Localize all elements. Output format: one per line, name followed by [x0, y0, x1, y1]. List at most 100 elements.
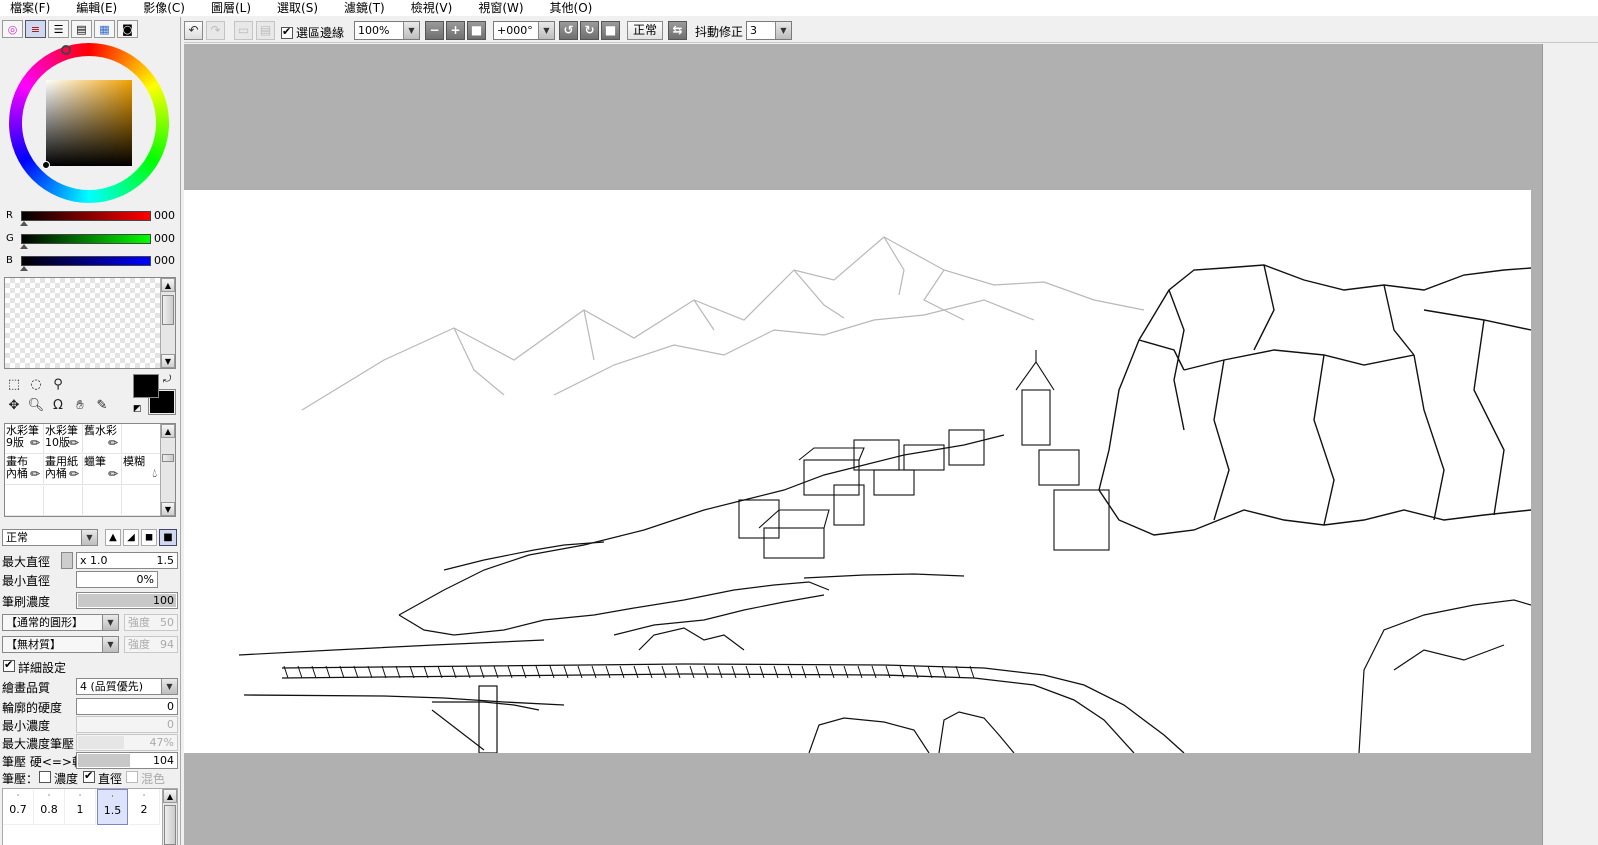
saturation-value-square[interactable]	[46, 80, 132, 166]
brush-cell[interactable]: 畫布 內桶 ✏︎	[5, 455, 44, 485]
brush-cell-empty[interactable]	[44, 486, 83, 516]
scroll-down-icon[interactable]: ▼	[161, 354, 175, 368]
saturation-value-marker[interactable]	[42, 161, 50, 169]
menu-layer[interactable]: 圖層(L)	[201, 0, 251, 16]
pressure-blend-checkbox[interactable]	[126, 771, 138, 783]
brush-shape-select[interactable]: 【通常的圓形】 ▼	[2, 614, 119, 631]
brush-cell-empty[interactable]	[122, 486, 161, 516]
menu-other[interactable]: 其他(O)	[540, 0, 593, 16]
menu-filter[interactable]: 濾鏡(T)	[334, 0, 385, 16]
detail-settings-checkbox[interactable]	[3, 658, 15, 672]
red-slider-handle[interactable]	[20, 221, 28, 226]
min-density-slider[interactable]: 0	[76, 716, 178, 733]
rotate-cw-button[interactable]: ↻	[580, 21, 599, 40]
magic-wand-tool[interactable]: ⚲	[48, 375, 68, 395]
move-tool[interactable]: ✥	[4, 396, 24, 416]
zoom-select[interactable]: 100% ▼	[354, 21, 420, 40]
tip-shape-sharp[interactable]: ▲	[105, 529, 121, 546]
color-swatch-panel[interactable]: ▲ ▼	[4, 277, 176, 369]
selection-edge-checkbox[interactable]	[281, 25, 293, 39]
reset-colors-icon[interactable]: ◩	[133, 404, 142, 414]
brush-size-preset-selected[interactable]: · 1.5	[97, 789, 128, 825]
pressure-slider[interactable]: 104	[76, 752, 178, 769]
deselect-button[interactable]: ▭	[234, 21, 253, 40]
max-diameter-lock[interactable]	[61, 552, 73, 569]
scroll-up-icon[interactable]: ▲	[161, 278, 175, 292]
tip-shape-round[interactable]: ◼	[141, 529, 157, 546]
menu-view[interactable]: 檢視(V)	[401, 0, 453, 16]
zoom-in-button[interactable]: +	[446, 21, 465, 40]
detail-settings-row[interactable]: 詳細設定	[2, 658, 178, 676]
swatch-list-tab[interactable]: ▤	[71, 20, 92, 38]
menu-edit[interactable]: 編輯(E)	[66, 0, 117, 16]
scratchpad-tab[interactable]: ◙	[117, 20, 138, 38]
blend-mode-select[interactable]: 正常 ▼	[2, 529, 98, 546]
brush-cell-empty[interactable]	[5, 486, 44, 516]
color-wheel[interactable]	[9, 43, 169, 203]
brush-size-preset[interactable]: · 0.8	[34, 789, 65, 825]
blue-slider-handle[interactable]	[20, 266, 28, 271]
max-diameter-field[interactable]: x 1.0 1.5	[76, 552, 178, 569]
texture-select[interactable]: 【無材質】 ▼	[2, 636, 119, 653]
rotation-select[interactable]: +000° ▼	[493, 21, 555, 40]
brush-cell[interactable]	[122, 424, 161, 454]
scroll-up-icon[interactable]: ▲	[163, 789, 177, 803]
scroll-up-icon[interactable]: ▲	[161, 424, 175, 438]
hand-tool[interactable]: ✋︎	[70, 396, 90, 416]
scroll-thumb[interactable]	[162, 295, 174, 325]
normal-view-button[interactable]: 正常	[627, 21, 664, 40]
tip-shape-square[interactable]: ■	[159, 529, 177, 546]
foreground-color-swatch[interactable]	[133, 374, 159, 398]
green-slider[interactable]	[21, 234, 151, 244]
edge-hardness-slider[interactable]: 0	[76, 698, 178, 715]
menu-window[interactable]: 視窗(W)	[468, 0, 523, 16]
scroll-thumb[interactable]	[164, 805, 176, 845]
density-slider[interactable]: 100	[76, 592, 178, 609]
hsv-slider-tab[interactable]: ☰	[48, 20, 69, 38]
brush-cell[interactable]: 蠟筆 ✏︎	[83, 455, 122, 485]
menu-file[interactable]: 檔案(F)	[0, 0, 50, 16]
max-density-pressure-slider[interactable]: 47%	[76, 734, 178, 751]
green-value[interactable]: 000	[154, 232, 175, 245]
brush-cell[interactable]: 模糊 💧︎	[122, 455, 161, 485]
brush-size-preset[interactable]: · 2	[129, 789, 160, 825]
min-diameter-field[interactable]: 0%	[76, 571, 158, 588]
rotation-reset-button[interactable]: ■	[601, 21, 620, 40]
lasso-tool[interactable]: ◌	[26, 375, 46, 395]
menu-select[interactable]: 選取(S)	[267, 0, 318, 16]
canvas-area[interactable]	[184, 44, 1598, 845]
red-value[interactable]: 000	[154, 209, 175, 222]
brush-cell[interactable]: 畫用紙 內桶 ✏︎	[44, 455, 83, 485]
red-slider[interactable]	[21, 211, 151, 221]
scroll-down-icon[interactable]: ▼	[161, 502, 175, 516]
texture-strength-field[interactable]: 強度 94	[124, 636, 178, 653]
palette-tab[interactable]: ▦	[94, 20, 115, 38]
brush-size-preset[interactable]: · 1	[65, 789, 96, 825]
green-slider-handle[interactable]	[20, 244, 28, 249]
invert-selection-button[interactable]: ▤	[256, 21, 275, 40]
zoom-reset-button[interactable]: ■	[467, 21, 486, 40]
quality-select[interactable]: 4 (品質優先) ▼	[76, 678, 178, 695]
tip-shape-soft[interactable]: ◢	[123, 529, 139, 546]
swatch-scrollbar[interactable]: ▲ ▼	[160, 278, 175, 368]
brush-cell[interactable]: 舊水彩 ✏︎	[83, 424, 122, 454]
brush-scrollbar[interactable]: ▲ ▼	[160, 424, 175, 516]
flip-horizontal-button[interactable]: ⇆	[668, 21, 687, 40]
blue-slider[interactable]	[21, 256, 151, 266]
swap-colors-icon[interactable]: ⤾	[163, 374, 171, 385]
rect-select-tool[interactable]: ⬚	[4, 375, 24, 395]
pressure-density-checkbox[interactable]	[39, 771, 51, 783]
redo-button[interactable]: ↷	[206, 21, 225, 40]
undo-button[interactable]: ↶	[184, 21, 203, 40]
brush-size-scrollbar[interactable]: ▲	[162, 789, 177, 845]
stabilizer-select[interactable]: 3 ▼	[746, 21, 792, 40]
brush-size-preset[interactable]: · 0.7	[3, 789, 34, 825]
color-wheel-tab[interactable]: ◎	[2, 20, 23, 38]
blue-value[interactable]: 000	[154, 254, 175, 267]
drawing-canvas[interactable]	[184, 190, 1531, 753]
rgb-slider-tab[interactable]: ≡	[25, 20, 46, 38]
zoom-tool[interactable]: 🔍︎	[26, 396, 46, 416]
shape-strength-field[interactable]: 強度 50	[124, 614, 178, 631]
brush-cell-empty[interactable]	[83, 486, 122, 516]
rotate-ccw-button[interactable]: ↺	[559, 21, 578, 40]
